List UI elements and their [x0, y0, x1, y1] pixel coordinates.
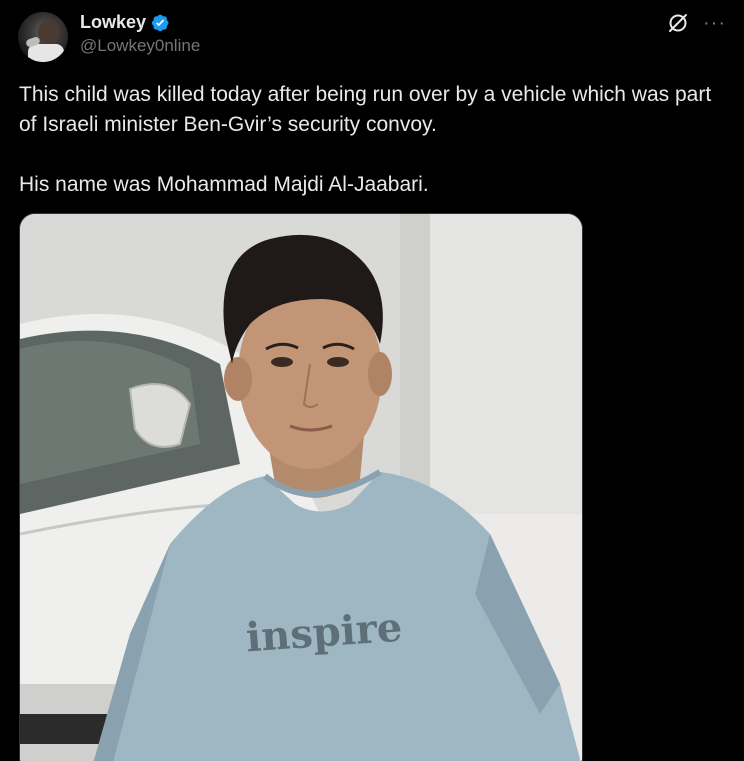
author-handle[interactable]: @Lowkey0nline [80, 36, 200, 56]
tweet-text-paragraph-1: This child was killed today after being … [19, 83, 712, 136]
boy-photo: inspire [20, 214, 582, 761]
avatar-head [38, 20, 60, 44]
more-options-icon[interactable]: ··· [703, 12, 726, 34]
avatar-shirt [28, 44, 64, 62]
author-display-name[interactable]: Lowkey [80, 12, 146, 33]
tweet-media-photo[interactable]: inspire [19, 213, 583, 761]
tweet-card: Lowkey @Lowkey0nline ··· This child was … [0, 0, 744, 761]
tweet-top-actions: ··· [667, 12, 726, 34]
tweet-text-paragraph-2: His name was Mohammad Majdi Al-Jaabari. [19, 173, 429, 196]
user-avatar[interactable] [18, 12, 68, 62]
author-name-row: Lowkey [80, 12, 170, 33]
tweet-text: This child was killed today after being … [19, 80, 719, 200]
verified-badge-icon[interactable] [150, 13, 170, 33]
grok-icon[interactable] [667, 12, 689, 34]
